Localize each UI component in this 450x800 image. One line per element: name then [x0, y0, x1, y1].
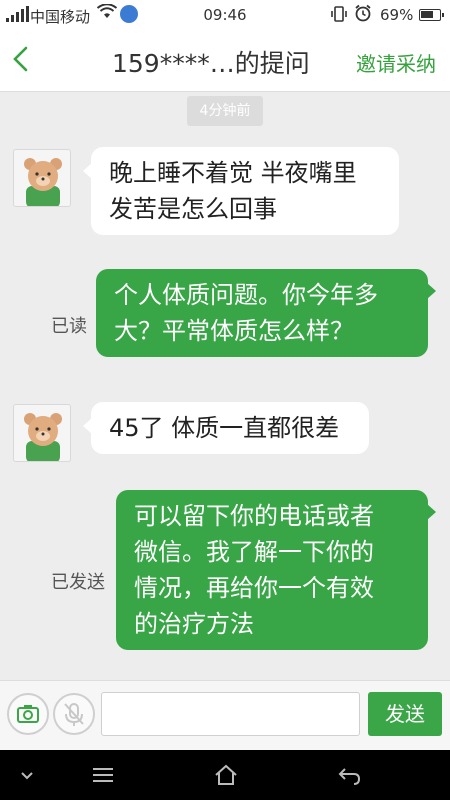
message-timestamp: 4分钟前	[187, 96, 263, 126]
back-button[interactable]	[10, 44, 40, 78]
mic-off-icon	[64, 703, 84, 726]
invite-accept-button[interactable]: 邀请采纳	[356, 48, 436, 77]
message-bubble-sent[interactable]: 个人体质问题。你今年多 大？平常体质怎么样？	[96, 269, 436, 357]
system-navigation-bar	[0, 750, 450, 800]
input-bar: 发送	[0, 680, 450, 750]
vibrate-icon	[330, 5, 348, 27]
avatar[interactable]	[13, 404, 71, 462]
chevron-down-icon[interactable]	[12, 760, 42, 790]
chat-header: 159****…的提问 邀请采纳	[0, 30, 450, 92]
menu-icon[interactable]	[88, 760, 118, 790]
avatar[interactable]	[13, 149, 71, 207]
voice-button[interactable]	[53, 693, 95, 735]
message-bubble-received[interactable]: 晚上睡不着觉 半夜嘴里 发苦是怎么回事	[83, 147, 399, 235]
page-title: 159****…的提问	[112, 49, 310, 78]
send-button[interactable]: 发送	[368, 692, 442, 736]
status-bar: 中国移动 09:46 69%	[0, 0, 450, 30]
message-bubble-sent[interactable]: 可以留下你的电话或者 微信。我了解一下你的 情况，再给你一个有效 的治疗方法	[116, 490, 436, 650]
bear-avatar-icon	[24, 158, 62, 206]
back-arrow-icon[interactable]	[334, 760, 364, 790]
camera-icon	[17, 705, 39, 723]
sent-status: 已发送	[51, 572, 105, 593]
chevron-left-icon	[13, 46, 28, 72]
alarm-icon	[354, 4, 372, 26]
battery-percent: 69%	[380, 6, 414, 24]
message-input[interactable]	[101, 692, 360, 736]
camera-button[interactable]	[7, 693, 49, 735]
message-bubble-received[interactable]: 45了 体质一直都很差	[83, 402, 369, 454]
read-status: 已读	[51, 316, 87, 337]
bear-avatar-icon	[24, 413, 62, 461]
chat-area[interactable]: 4分钟前 晚上睡不着觉 半夜嘴里 发苦是怎么回事 已读 个人体质问题。你今年多 …	[0, 92, 450, 680]
battery-icon	[419, 9, 444, 21]
home-icon[interactable]	[211, 760, 241, 790]
